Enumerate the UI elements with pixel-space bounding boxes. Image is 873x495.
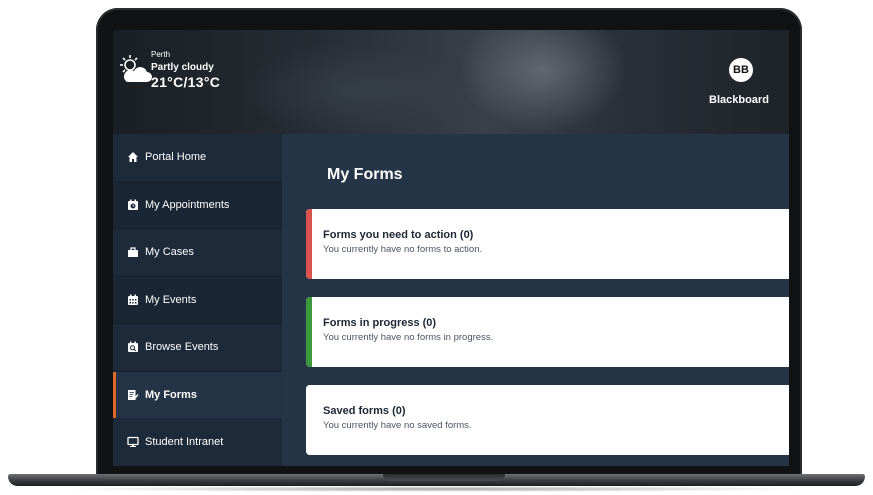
- home-icon: [127, 151, 139, 163]
- card-forms-to-action[interactable]: Forms you need to action (0) You current…: [306, 209, 789, 279]
- card-accent-bar: [306, 297, 312, 367]
- sidebar-item-my-cases[interactable]: My Cases: [113, 229, 282, 277]
- laptop-shadow: [60, 486, 813, 492]
- sidebar-item-label: My Cases: [145, 246, 194, 259]
- calendar-search-icon: [127, 341, 139, 353]
- sidebar-item-browse-events[interactable]: Browse Events: [113, 324, 282, 372]
- sidebar-item-label: My Appointments: [145, 198, 230, 211]
- blackboard-logo[interactable]: BB: [729, 58, 753, 82]
- weather-city: Perth: [151, 50, 171, 59]
- card-title: Forms you need to action (0): [323, 229, 474, 241]
- page-title: My Forms: [327, 166, 403, 183]
- sidebar-item-label: Portal Home: [145, 151, 207, 164]
- partly-cloudy-icon: [117, 52, 153, 88]
- card-title: Saved forms (0): [323, 405, 406, 417]
- card-accent-bar: [306, 209, 312, 279]
- sidebar-item-label: My Events: [145, 293, 197, 306]
- card-accent-bar: [306, 385, 312, 455]
- card-description: You currently have no forms to action.: [323, 244, 483, 255]
- sidebar: Portal Home My Appointments My Cases My …: [113, 134, 282, 466]
- sidebar-item-portal-home[interactable]: Portal Home: [113, 134, 282, 182]
- sidebar-item-my-events[interactable]: My Events: [113, 276, 282, 324]
- weather-temperature: 21°C/13°C: [151, 74, 221, 90]
- briefcase-icon: [127, 246, 139, 258]
- header-banner: Perth Partly cloudy 21°C/13°C BB Blackbo…: [113, 30, 789, 134]
- weather-condition: Partly cloudy: [151, 62, 214, 73]
- calendar-icon: [127, 294, 139, 306]
- sidebar-item-label: Browse Events: [145, 341, 219, 354]
- sidebar-item-my-appointments[interactable]: My Appointments: [113, 181, 282, 229]
- sidebar-item-my-forms[interactable]: My Forms: [113, 371, 282, 419]
- sidebar-item-label: My Forms: [145, 388, 197, 401]
- monitor-icon: [127, 436, 139, 448]
- laptop-notch: [383, 474, 505, 481]
- calendar-clock-icon: [127, 199, 139, 211]
- card-saved-forms[interactable]: Saved forms (0) You currently have no sa…: [306, 385, 789, 455]
- screen: Perth Partly cloudy 21°C/13°C BB Blackbo…: [113, 30, 789, 466]
- card-title: Forms in progress (0): [323, 317, 437, 329]
- blackboard-label[interactable]: Blackboard: [709, 94, 769, 106]
- card-forms-in-progress[interactable]: Forms in progress (0) You currently have…: [306, 297, 789, 367]
- form-edit-icon: [127, 389, 139, 401]
- sidebar-item-label: Student Intranet: [145, 436, 224, 449]
- main-content: My Forms Forms you need to action (0) Yo…: [282, 134, 789, 466]
- card-description: You currently have no saved forms.: [323, 420, 472, 431]
- card-description: You currently have no forms in progress.: [323, 332, 494, 343]
- sidebar-item-student-intranet[interactable]: Student Intranet: [113, 419, 282, 466]
